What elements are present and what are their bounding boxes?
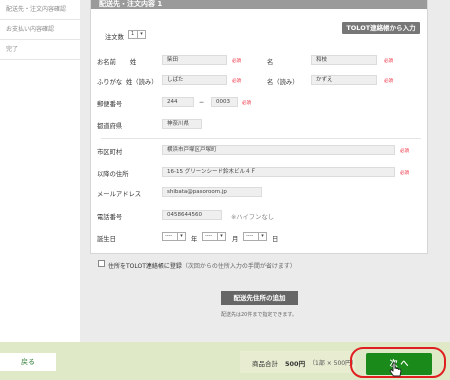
birthday-day-value: ----: [246, 233, 254, 239]
kana-first-label: 名（読み）: [267, 79, 299, 86]
birthday-year-value: ----: [165, 233, 173, 239]
kana-label: ふりがな: [97, 79, 123, 86]
register-text: 住所をTOLOT連絡帳に登録: [108, 263, 182, 270]
hand-cursor-icon: [389, 362, 402, 377]
shipping-panel: 配送先・注文内容 1 TOLOT連絡帳から入力 注文数 1 ▾ お名前 姓 柴田…: [90, 0, 428, 254]
email-label: メールアドレス: [97, 191, 142, 198]
name-label: お名前: [97, 59, 116, 66]
city-input[interactable]: 横浜市戸塚区戸塚町: [162, 145, 395, 155]
chevron-down-icon: ▾: [217, 233, 225, 240]
tolot-address-book-button[interactable]: TOLOT連絡帳から入力: [342, 22, 420, 34]
required-badge: 必須: [400, 149, 409, 154]
register-checkbox[interactable]: [98, 260, 105, 267]
city-label: 市区町村: [97, 149, 123, 156]
postal-code-part1-input[interactable]: 244: [162, 97, 194, 107]
first-name-input[interactable]: 和枝: [311, 55, 377, 65]
sidebar-item-shipping[interactable]: 配送先・注文内容確認: [0, 0, 80, 20]
first-name-label: 名: [267, 59, 274, 66]
birthday-month-select[interactable]: ---- ▾: [202, 232, 226, 241]
email-input[interactable]: shibata@pasoroom.jp: [162, 187, 262, 197]
panel-title: 配送先・注文内容 1: [99, 0, 163, 8]
day-unit: 日: [272, 236, 279, 243]
required-badge: 必須: [384, 59, 393, 64]
last-name-label: 姓: [130, 59, 137, 66]
divider: [101, 138, 421, 139]
add-shipping-address-button[interactable]: 配送先住所の追加: [221, 291, 298, 305]
required-badge: 必須: [400, 171, 409, 176]
sidebar-item-complete[interactable]: 完了: [0, 40, 80, 60]
chevron-down-icon: ▾: [258, 233, 266, 240]
register-note: （次回からの住所入力の手間が省けます）: [181, 263, 296, 270]
required-badge: 必須: [384, 79, 393, 84]
last-name-input[interactable]: 柴田: [162, 55, 227, 65]
birthday-month-value: ----: [205, 233, 213, 239]
back-button[interactable]: 戻る: [0, 353, 56, 371]
required-badge: 必須: [242, 101, 251, 106]
postal-dash: −: [199, 99, 205, 106]
main-content: 配送先・注文内容 1 TOLOT連絡帳から入力 注文数 1 ▾ お名前 姓 柴田…: [80, 0, 450, 342]
total-box: 商品合計 500円 （1部 × 500円）: [240, 351, 357, 373]
postal-code-part2-input[interactable]: 0003: [211, 97, 238, 107]
panel-header: 配送先・注文内容 1: [91, 0, 427, 9]
prefecture-select[interactable]: 神奈川県: [162, 119, 202, 129]
phone-input[interactable]: 0458644560: [162, 210, 222, 220]
order-qty-select[interactable]: 1 ▾: [128, 30, 146, 39]
postal-label: 郵便番号: [97, 101, 123, 108]
phone-note: ※ハイフンなし: [231, 214, 275, 221]
sidebar-item-payment[interactable]: お支払い内容確認: [0, 20, 80, 40]
add-address-note: 配送先は20件まで指定できます。: [221, 312, 297, 318]
kana-last-label: 姓（読み）: [126, 79, 158, 86]
phone-label: 電話番号: [97, 214, 123, 221]
sidebar: 配送先・注文内容確認 お支払い内容確認 完了: [0, 0, 80, 342]
birthday-year-select[interactable]: ---- ▾: [162, 232, 186, 241]
chevron-down-icon: ▾: [177, 233, 185, 240]
required-badge: 必須: [232, 79, 241, 84]
total-value: 500円: [285, 360, 306, 368]
prefecture-label: 都道府県: [97, 123, 123, 130]
required-badge: 必須: [232, 59, 241, 64]
register-label[interactable]: 住所をTOLOT連絡帳に登録（次回からの住所入力の手間が省けます）: [108, 261, 296, 270]
kana-first-input[interactable]: かずえ: [311, 75, 377, 85]
year-unit: 年: [191, 236, 198, 243]
month-unit: 月: [232, 236, 239, 243]
kana-last-input[interactable]: しばた: [162, 75, 227, 85]
order-qty-label: 注文数: [105, 34, 124, 41]
address-input[interactable]: 16-15 グリーンシード鈴木ビル４Ｆ: [162, 167, 395, 177]
birthday-day-select[interactable]: ---- ▾: [243, 232, 267, 241]
total-label: 商品合計: [252, 360, 278, 368]
order-qty-value: 1: [131, 31, 135, 37]
address-label: 以降の住所: [97, 171, 129, 178]
birthday-label: 誕生日: [97, 236, 116, 243]
chevron-down-icon: ▾: [137, 31, 145, 38]
